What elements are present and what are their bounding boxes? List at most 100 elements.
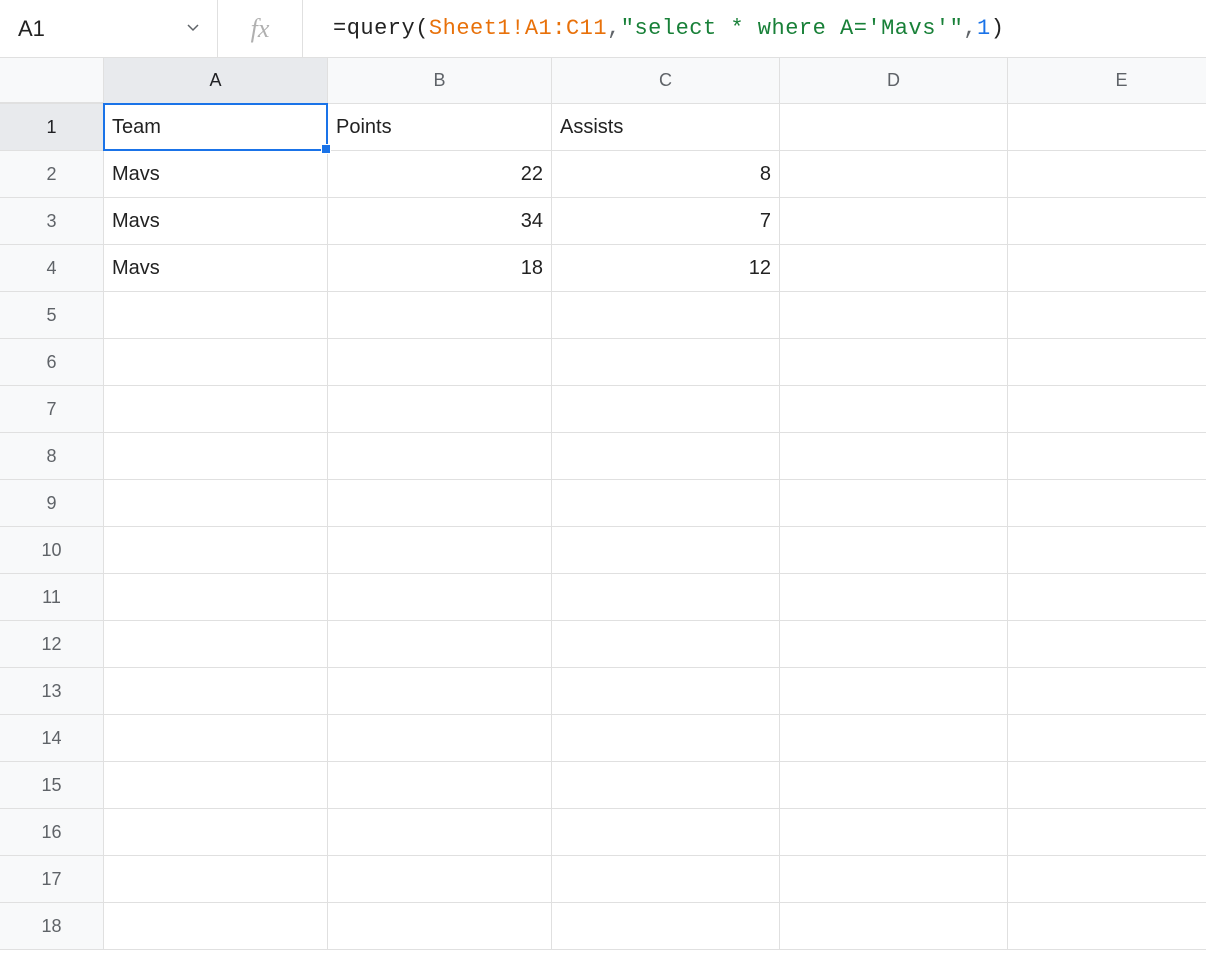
- cell-d17[interactable]: [780, 856, 1008, 903]
- cell-d15[interactable]: [780, 762, 1008, 809]
- cell-d18[interactable]: [780, 903, 1008, 950]
- cell-d8[interactable]: [780, 433, 1008, 480]
- cell-d9[interactable]: [780, 480, 1008, 527]
- cell-b4[interactable]: 18: [328, 245, 552, 292]
- cell-b1[interactable]: Points: [328, 104, 552, 151]
- row-header-10[interactable]: 10: [0, 527, 104, 574]
- cell-a17[interactable]: [104, 856, 328, 903]
- cell-c7[interactable]: [552, 386, 780, 433]
- column-header-d[interactable]: D: [780, 58, 1008, 103]
- cell-e4[interactable]: [1008, 245, 1206, 292]
- cell-a11[interactable]: [104, 574, 328, 621]
- cell-a3[interactable]: Mavs: [104, 198, 328, 245]
- cell-a13[interactable]: [104, 668, 328, 715]
- row-header-17[interactable]: 17: [0, 856, 104, 903]
- cell-e6[interactable]: [1008, 339, 1206, 386]
- cell-a12[interactable]: [104, 621, 328, 668]
- cell-c13[interactable]: [552, 668, 780, 715]
- row-header-16[interactable]: 16: [0, 809, 104, 856]
- cell-c16[interactable]: [552, 809, 780, 856]
- cell-b3[interactable]: 34: [328, 198, 552, 245]
- cell-c14[interactable]: [552, 715, 780, 762]
- cell-a14[interactable]: [104, 715, 328, 762]
- cell-c18[interactable]: [552, 903, 780, 950]
- cell-c17[interactable]: [552, 856, 780, 903]
- cell-a15[interactable]: [104, 762, 328, 809]
- cell-a6[interactable]: [104, 339, 328, 386]
- row-header-2[interactable]: 2: [0, 151, 104, 198]
- cell-e15[interactable]: [1008, 762, 1206, 809]
- cell-c15[interactable]: [552, 762, 780, 809]
- cell-e18[interactable]: [1008, 903, 1206, 950]
- column-header-a[interactable]: A: [104, 58, 328, 103]
- cell-d16[interactable]: [780, 809, 1008, 856]
- cell-a2[interactable]: Mavs: [104, 151, 328, 198]
- cell-a7[interactable]: [104, 386, 328, 433]
- formula-input[interactable]: =query(Sheet1!A1:C11, "select * where A=…: [303, 0, 1206, 57]
- cell-a1[interactable]: Team: [104, 104, 328, 151]
- cell-b16[interactable]: [328, 809, 552, 856]
- cell-c3[interactable]: 7: [552, 198, 780, 245]
- column-header-c[interactable]: C: [552, 58, 780, 103]
- cell-b15[interactable]: [328, 762, 552, 809]
- cell-b6[interactable]: [328, 339, 552, 386]
- cell-a5[interactable]: [104, 292, 328, 339]
- cell-a16[interactable]: [104, 809, 328, 856]
- cell-e5[interactable]: [1008, 292, 1206, 339]
- row-header-1[interactable]: 1: [0, 104, 104, 151]
- cell-e17[interactable]: [1008, 856, 1206, 903]
- cell-a9[interactable]: [104, 480, 328, 527]
- cell-c9[interactable]: [552, 480, 780, 527]
- cell-a4[interactable]: Mavs: [104, 245, 328, 292]
- cell-a10[interactable]: [104, 527, 328, 574]
- cell-e13[interactable]: [1008, 668, 1206, 715]
- cell-d13[interactable]: [780, 668, 1008, 715]
- cell-c8[interactable]: [552, 433, 780, 480]
- cell-b14[interactable]: [328, 715, 552, 762]
- dropdown-icon[interactable]: [187, 21, 199, 37]
- row-header-9[interactable]: 9: [0, 480, 104, 527]
- cell-d12[interactable]: [780, 621, 1008, 668]
- cell-c12[interactable]: [552, 621, 780, 668]
- cell-e1[interactable]: [1008, 104, 1206, 151]
- cell-d3[interactable]: [780, 198, 1008, 245]
- cell-e3[interactable]: [1008, 198, 1206, 245]
- cell-b10[interactable]: [328, 527, 552, 574]
- row-header-14[interactable]: 14: [0, 715, 104, 762]
- cell-a18[interactable]: [104, 903, 328, 950]
- cell-e9[interactable]: [1008, 480, 1206, 527]
- cell-b8[interactable]: [328, 433, 552, 480]
- row-header-13[interactable]: 13: [0, 668, 104, 715]
- row-header-6[interactable]: 6: [0, 339, 104, 386]
- cell-d2[interactable]: [780, 151, 1008, 198]
- cell-c1[interactable]: Assists: [552, 104, 780, 151]
- cell-e11[interactable]: [1008, 574, 1206, 621]
- cell-e8[interactable]: [1008, 433, 1206, 480]
- row-header-3[interactable]: 3: [0, 198, 104, 245]
- row-header-5[interactable]: 5: [0, 292, 104, 339]
- cell-d1[interactable]: [780, 104, 1008, 151]
- cell-b13[interactable]: [328, 668, 552, 715]
- cell-a8[interactable]: [104, 433, 328, 480]
- cell-e10[interactable]: [1008, 527, 1206, 574]
- cell-d7[interactable]: [780, 386, 1008, 433]
- cell-b5[interactable]: [328, 292, 552, 339]
- cell-e12[interactable]: [1008, 621, 1206, 668]
- cell-e7[interactable]: [1008, 386, 1206, 433]
- cell-b2[interactable]: 22: [328, 151, 552, 198]
- cell-c6[interactable]: [552, 339, 780, 386]
- cell-d10[interactable]: [780, 527, 1008, 574]
- select-all-corner[interactable]: [0, 58, 104, 103]
- cell-d11[interactable]: [780, 574, 1008, 621]
- cell-d14[interactable]: [780, 715, 1008, 762]
- cell-b12[interactable]: [328, 621, 552, 668]
- cell-d4[interactable]: [780, 245, 1008, 292]
- cell-c11[interactable]: [552, 574, 780, 621]
- column-header-e[interactable]: E: [1008, 58, 1206, 103]
- cell-d5[interactable]: [780, 292, 1008, 339]
- name-box[interactable]: A1: [0, 0, 218, 57]
- row-header-18[interactable]: 18: [0, 903, 104, 950]
- cell-e14[interactable]: [1008, 715, 1206, 762]
- cell-e16[interactable]: [1008, 809, 1206, 856]
- row-header-8[interactable]: 8: [0, 433, 104, 480]
